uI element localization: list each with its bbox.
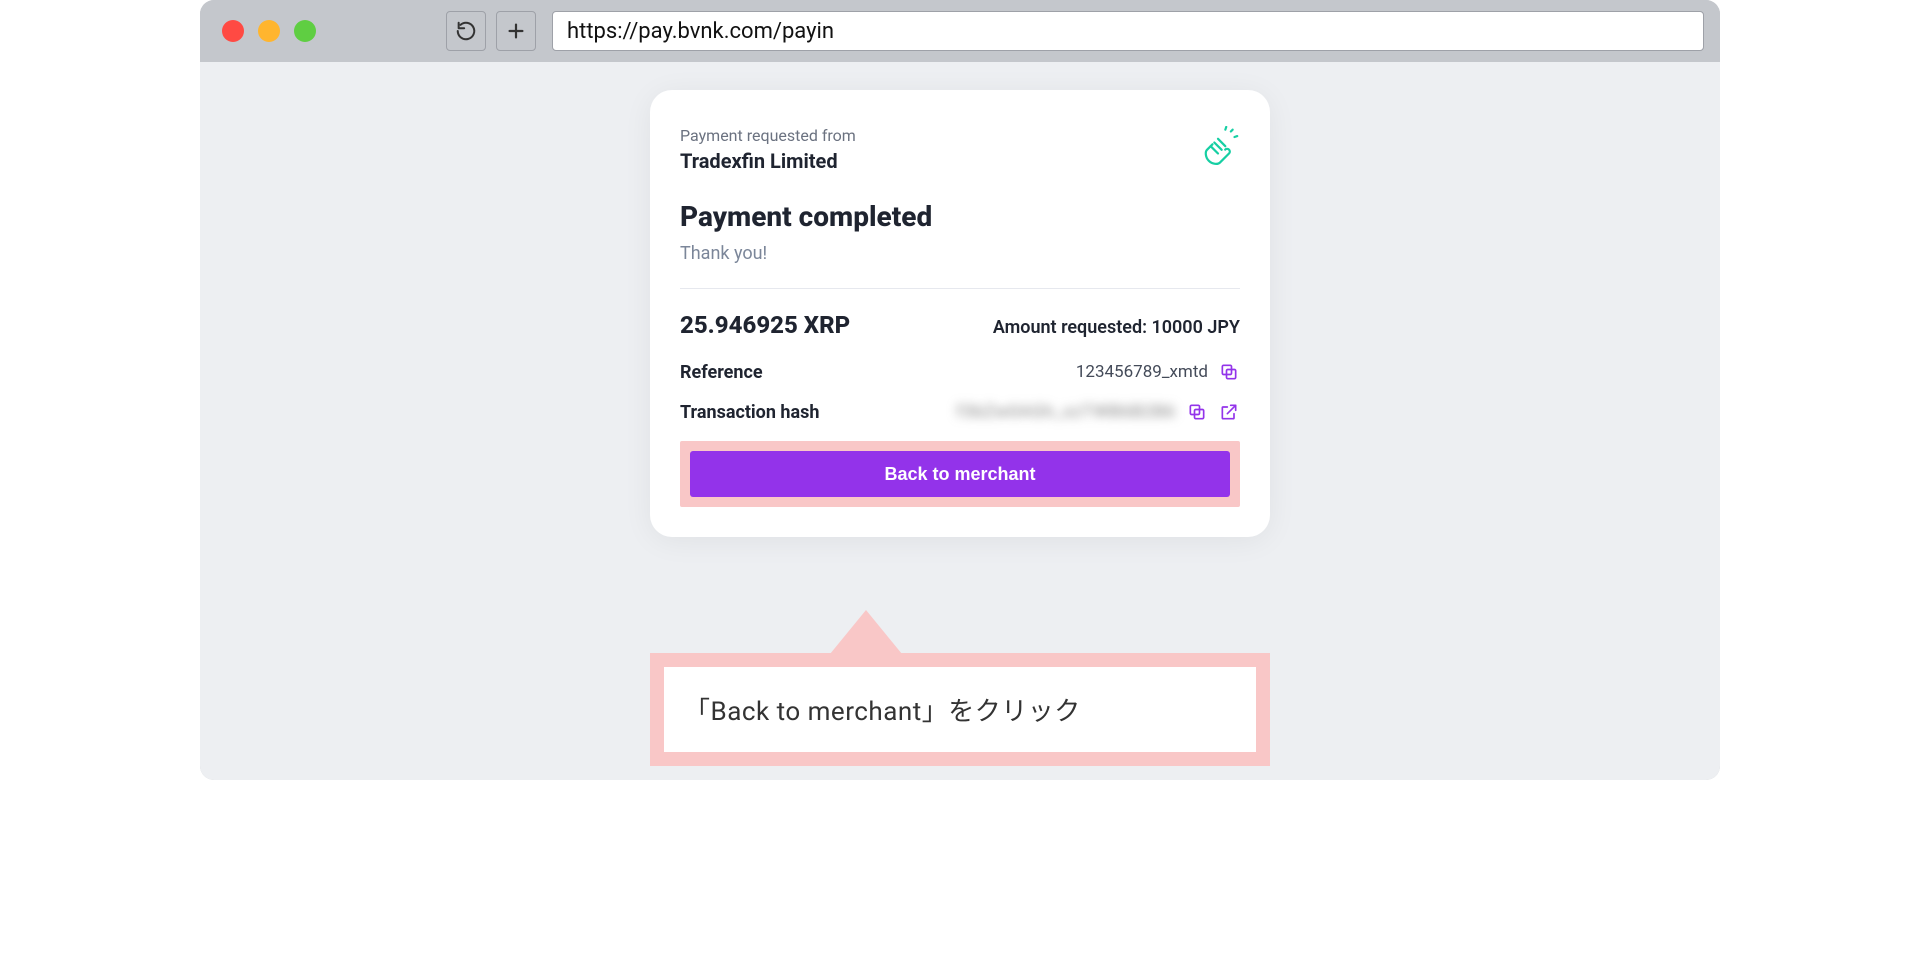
reload-button[interactable]: [446, 11, 486, 51]
thank-you-text: Thank you!: [680, 243, 1240, 264]
amount-requested: Amount requested: 10000 JPY: [993, 317, 1240, 338]
reference-value: 123456789_xmtd: [1076, 362, 1208, 382]
plus-icon: [505, 20, 527, 42]
reference-label: Reference: [680, 362, 763, 383]
copy-icon: [1187, 402, 1207, 422]
clap-icon: [1196, 126, 1240, 174]
amount-row: 25.946925 XRP Amount requested: 10000 JP…: [680, 311, 1240, 339]
callout-arrow: [830, 610, 902, 654]
close-window-icon[interactable]: [222, 20, 244, 42]
minimize-window-icon[interactable]: [258, 20, 280, 42]
new-tab-button[interactable]: [496, 11, 536, 51]
amount-crypto: 25.946925 XRP: [680, 311, 850, 339]
back-to-merchant-button[interactable]: Back to merchant: [690, 451, 1230, 497]
url-text: https://pay.bvnk.com/payin: [567, 19, 834, 44]
window-controls: [222, 20, 316, 42]
reference-row: Reference 123456789_xmtd: [680, 361, 1240, 383]
zoom-window-icon[interactable]: [294, 20, 316, 42]
copy-hash-button[interactable]: [1186, 401, 1208, 423]
copy-reference-button[interactable]: [1218, 361, 1240, 383]
payment-status-heading: Payment completed: [680, 200, 1240, 233]
reload-icon: [455, 20, 477, 42]
payment-card: Payment requested from Tradexfin Limited: [650, 90, 1270, 537]
merchant-block: Payment requested from Tradexfin Limited: [680, 126, 856, 173]
transaction-hash-row: Transaction hash f3bZw0AGh_xzTWB6B2B6: [680, 401, 1240, 423]
open-explorer-button[interactable]: [1218, 401, 1240, 423]
divider: [680, 288, 1240, 289]
merchant-name: Tradexfin Limited: [680, 149, 856, 173]
requested-from-label: Payment requested from: [680, 126, 856, 145]
browser-window: https://pay.bvnk.com/payin Payment reque…: [200, 0, 1720, 780]
address-bar[interactable]: https://pay.bvnk.com/payin: [552, 11, 1704, 51]
copy-icon: [1219, 362, 1239, 382]
instruction-text: 「Back to merchant」をクリック: [664, 667, 1256, 752]
external-link-icon: [1219, 402, 1239, 422]
transaction-hash-value: f3bZw0AGh_xzTWB6B2B6: [956, 402, 1176, 422]
back-button-highlight: Back to merchant: [680, 441, 1240, 507]
page-viewport: Payment requested from Tradexfin Limited: [200, 62, 1720, 780]
browser-chrome: https://pay.bvnk.com/payin: [200, 0, 1720, 62]
instruction-callout: 「Back to merchant」をクリック: [650, 610, 1270, 766]
transaction-hash-label: Transaction hash: [680, 402, 819, 423]
